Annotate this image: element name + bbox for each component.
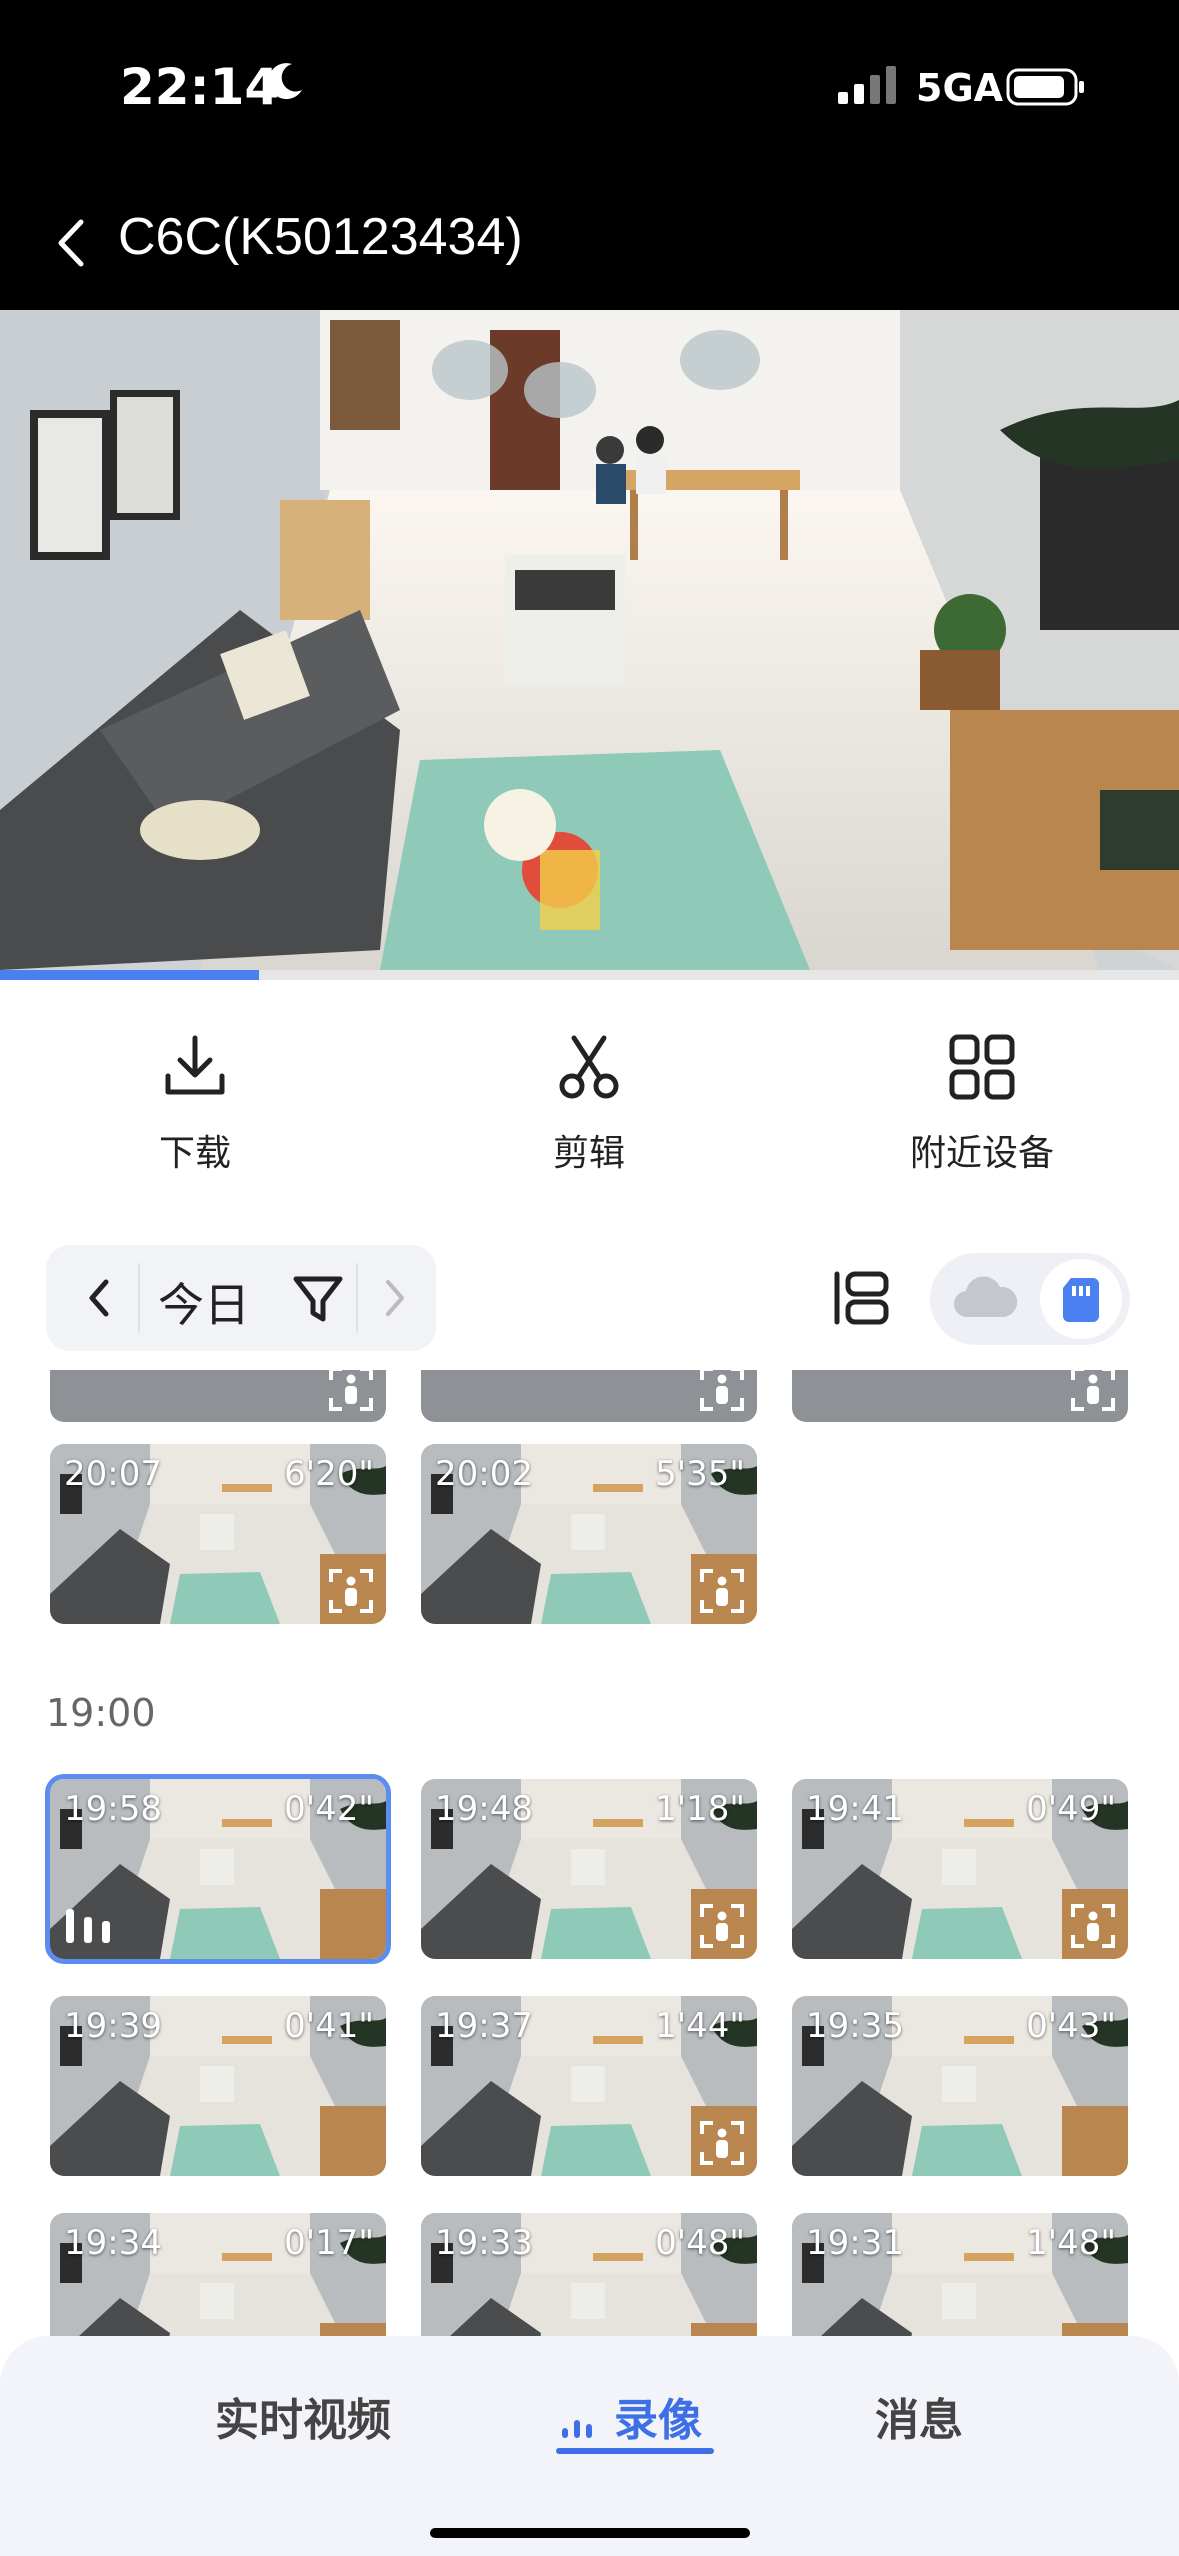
moon-icon — [268, 63, 302, 100]
status-time: 22:14 — [120, 58, 280, 116]
status-bar: 22:14 5GA — [0, 0, 1179, 175]
clip-time: 19:34 — [64, 2223, 162, 2263]
recording-clip[interactable]: 19:37 1'44" — [421, 1996, 757, 2176]
tab-messages-label: 消息 — [875, 2395, 963, 2446]
clip-duration: 0'43" — [1026, 2006, 1116, 2046]
section-label: 19:00 — [46, 1691, 156, 1735]
recording-clip[interactable]: 19:58 0'42" — [45, 1774, 391, 1964]
chevron-right-icon — [386, 1280, 404, 1316]
clip-time: 19:33 — [435, 2223, 533, 2263]
chevron-left-icon — [58, 219, 84, 267]
date-filter-bar: 今日 — [46, 1245, 436, 1351]
person-detected-icon — [329, 1370, 373, 1411]
recording-clip[interactable] — [792, 1370, 1128, 1422]
cloud-icon[interactable] — [950, 1271, 1020, 1327]
clip-duration: 1'44" — [655, 2006, 745, 2046]
recording-clip[interactable] — [421, 1370, 757, 1422]
clip-time: 19:41 — [806, 1789, 904, 1829]
clip-time: 19:39 — [64, 2006, 162, 2046]
recording-clip[interactable]: 20:02 5'35" — [421, 1444, 757, 1624]
download-label: 下载 — [158, 1133, 231, 1174]
bottom-tab-bar: 实时视频 录像 消息 — [0, 2336, 1179, 2556]
clip-label: 剪辑 — [552, 1133, 625, 1174]
signal-icon — [838, 66, 896, 104]
sd-card-icon — [1063, 1278, 1099, 1322]
battery-icon — [1006, 68, 1084, 106]
recording-clip[interactable]: 19:31 1'48" — [792, 2213, 1128, 2336]
clip-duration: 0'49" — [1026, 1789, 1116, 1829]
clip-time: 19:35 — [806, 2006, 904, 2046]
recording-clip[interactable]: 19:35 0'43" — [792, 1996, 1128, 2176]
recording-clip[interactable]: 19:48 1'18" — [421, 1779, 757, 1959]
scissors-icon — [559, 1035, 619, 1099]
chevron-left-icon — [89, 1279, 109, 1317]
recording-clip[interactable]: 19:39 0'41" — [50, 1996, 386, 2176]
recording-clip[interactable]: 19:34 0'17" — [50, 2213, 386, 2336]
storage-toggle[interactable] — [930, 1253, 1130, 1345]
recording-clip[interactable]: 19:33 0'48" — [421, 2213, 757, 2336]
download-icon — [165, 1035, 225, 1095]
active-tab-indicator — [556, 2448, 714, 2454]
clip-time: 19:48 — [435, 1789, 533, 1829]
recording-clip[interactable] — [50, 1370, 386, 1422]
next-day-button[interactable] — [360, 1263, 430, 1333]
video-player[interactable] — [0, 310, 1179, 970]
grid-icon — [949, 1034, 1015, 1100]
clip-duration: 0'48" — [655, 2223, 745, 2263]
playback-progress[interactable] — [0, 970, 1179, 980]
clip-duration: 6'20" — [284, 1454, 374, 1494]
person-detected-icon — [329, 1569, 373, 1613]
clip-button[interactable]: 剪辑 — [459, 1010, 719, 1200]
playing-indicator-icon — [66, 1909, 110, 1943]
clip-time: 19:31 — [806, 2223, 904, 2263]
tab-messages[interactable]: 消息 — [875, 2384, 963, 2448]
clip-time: 20:07 — [64, 1454, 162, 1494]
tab-live-video[interactable]: 实时视频 — [215, 2384, 391, 2448]
person-detected-icon — [700, 1569, 744, 1613]
clip-duration: 0'17" — [284, 2223, 374, 2263]
person-detected-icon — [1071, 1370, 1115, 1411]
clip-time: 19:58 — [64, 1789, 162, 1829]
list-layout-icon[interactable] — [832, 1268, 890, 1328]
date-label[interactable]: 今日 — [158, 1269, 250, 1335]
clip-duration: 1'48" — [1026, 2223, 1116, 2263]
filter-icon[interactable] — [286, 1267, 350, 1331]
divider — [138, 1263, 140, 1333]
network-label: 5GA — [916, 66, 1004, 110]
nav-header: C6C(K50123434) — [0, 175, 1179, 310]
action-row: 下载 剪辑 附近设备 — [0, 1010, 1179, 1200]
clip-duration: 0'42" — [284, 1789, 374, 1829]
person-detected-icon — [700, 1904, 744, 1948]
person-detected-icon — [700, 1370, 744, 1411]
recording-clip[interactable]: 19:41 0'49" — [792, 1779, 1128, 1959]
divider — [356, 1263, 358, 1333]
clip-time: 20:02 — [435, 1454, 533, 1494]
clip-time: 19:37 — [435, 2006, 533, 2046]
device-title: C6C(K50123434) — [118, 208, 523, 266]
waveform-icon — [562, 2420, 592, 2438]
person-detected-icon — [700, 2121, 744, 2165]
prev-day-button[interactable] — [64, 1263, 134, 1333]
clip-duration: 1'18" — [655, 1789, 745, 1829]
clip-duration: 5'35" — [655, 1454, 745, 1494]
progress-fill — [0, 970, 260, 980]
clip-duration: 0'41" — [284, 2006, 374, 2046]
sd-card-option[interactable] — [1040, 1259, 1122, 1339]
nearby-devices-label: 附近设备 — [909, 1133, 1054, 1174]
nearby-devices-button[interactable]: 附近设备 — [852, 1010, 1112, 1200]
download-button[interactable]: 下载 — [65, 1010, 325, 1200]
tab-recordings-label: 录像 — [614, 2395, 702, 2446]
camera-frame — [0, 310, 1179, 970]
recording-clip[interactable]: 20:07 6'20" — [50, 1444, 386, 1624]
back-button[interactable] — [40, 203, 100, 283]
home-indicator — [430, 2528, 750, 2538]
tab-recordings[interactable]: 录像 — [558, 2384, 702, 2448]
tab-live-video-label: 实时视频 — [215, 2395, 391, 2446]
person-detected-icon — [1071, 1904, 1115, 1948]
recordings-grid: 20:07 6'20" 20:02 5'35" 19:00 19:58 0'42" 19:48… — [0, 1370, 1179, 2336]
